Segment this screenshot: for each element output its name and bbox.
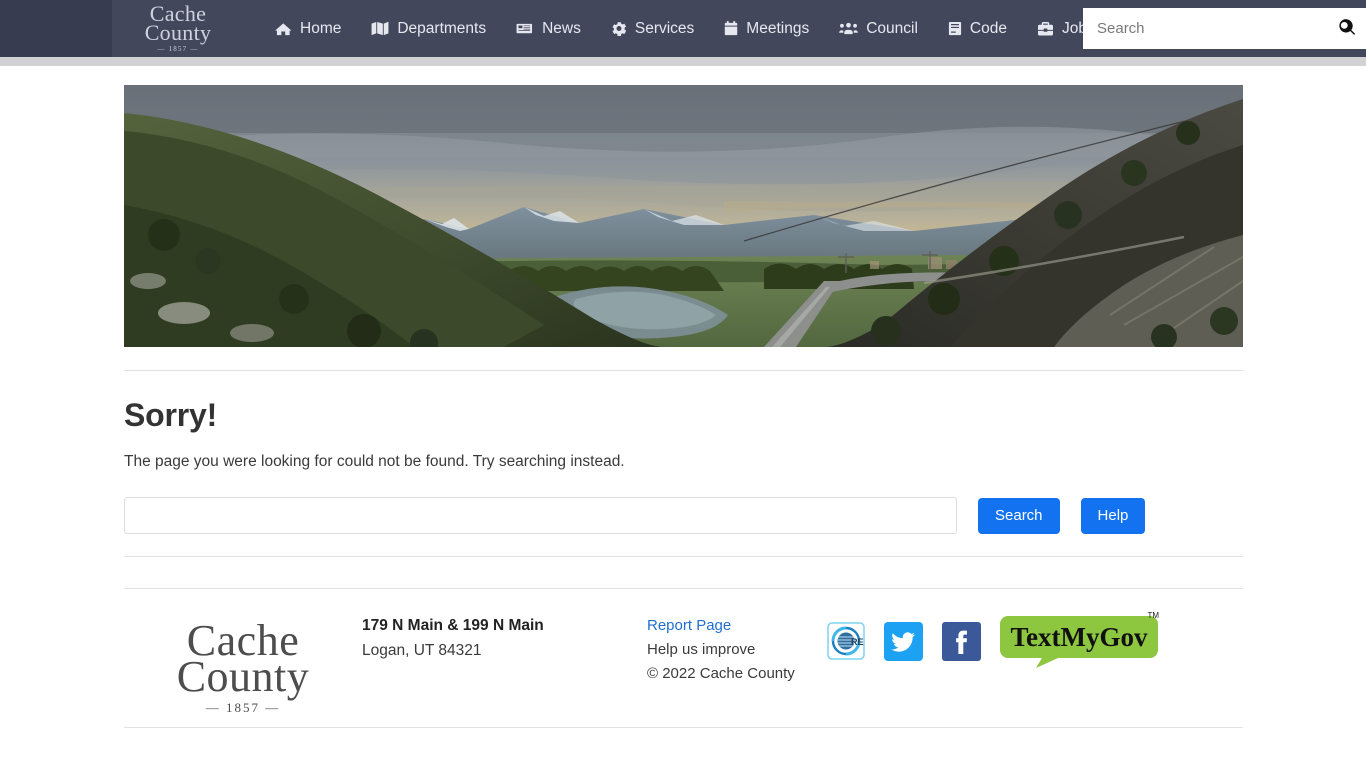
nav-item-departments[interactable]: Departments xyxy=(356,0,501,57)
nav-links: Home Departments News Services Meetings … xyxy=(260,0,1110,57)
nav-item-council-label: Council xyxy=(866,19,918,37)
nav-left-background xyxy=(0,0,112,57)
nav-search-submit-button[interactable] xyxy=(1326,8,1366,49)
hero-image xyxy=(124,85,1243,347)
footer-help-text: Help us improve xyxy=(647,641,756,658)
divider-under-hero xyxy=(124,370,1243,371)
footer-logo-year: — 1857 — xyxy=(205,700,281,716)
briefcase-icon xyxy=(1037,21,1054,36)
core-icon-link[interactable]: RE xyxy=(827,622,865,665)
footer-links: Report Page Help us improve © 2022 Cache… xyxy=(647,606,827,682)
facebook-icon-link[interactable] xyxy=(942,621,981,666)
nav-search-input[interactable] xyxy=(1083,8,1326,49)
nav-item-code-label: Code xyxy=(969,19,1007,37)
nav-search xyxy=(1083,8,1366,49)
footer-logo: Cache County — 1857 — xyxy=(124,606,362,714)
gear-icon xyxy=(611,21,627,36)
nav-item-home-label: Home xyxy=(300,19,342,37)
nav-item-departments-label: Departments xyxy=(397,19,487,37)
page-container: Sorry! The page you were looking for cou… xyxy=(124,66,1243,728)
book-icon xyxy=(948,21,962,36)
search-icon xyxy=(1337,18,1355,39)
footer-address-line2: Logan, UT 84321 xyxy=(362,642,482,659)
home-icon xyxy=(275,21,292,36)
nav-item-news-label: News xyxy=(542,19,581,37)
site-logo-year: — 1857 — xyxy=(157,44,199,53)
textmygov-icon-link[interactable]: TextMyGov TM xyxy=(1000,611,1159,673)
twitter-icon-link[interactable] xyxy=(884,621,923,666)
core-icon: RE xyxy=(827,622,865,664)
facebook-icon xyxy=(942,621,981,665)
textmygov-trademark: TM xyxy=(1147,611,1159,620)
footer-social-links: RE TextMyGov TM xyxy=(827,606,1159,673)
nav-item-council[interactable]: Council xyxy=(824,0,933,57)
search-button[interactable]: Search xyxy=(978,497,1060,534)
search-row: Search Help xyxy=(124,497,1243,534)
nav-item-news[interactable]: News xyxy=(501,0,596,57)
nav-item-meetings[interactable]: Meetings xyxy=(709,0,824,57)
top-navigation-bar: Cache County — 1857 — Home Departments N… xyxy=(0,0,1366,57)
footer: Cache County — 1857 — 179 N Main & 199 N… xyxy=(124,589,1243,714)
nav-item-meetings-label: Meetings xyxy=(746,19,810,37)
divider-footer-bottom xyxy=(124,727,1243,728)
site-logo-line2: County xyxy=(144,19,212,45)
textmygov-icon: TextMyGov xyxy=(1000,616,1158,672)
nav-inner: Cache County — 1857 — Home Departments N… xyxy=(112,0,1366,57)
page-message: The page you were looking for could not … xyxy=(124,453,625,470)
nav-item-code[interactable]: Code xyxy=(933,0,1022,57)
map-icon xyxy=(371,21,389,36)
svg-text:RE: RE xyxy=(851,637,864,647)
svg-text:TextMyGov: TextMyGov xyxy=(1011,622,1148,652)
report-page-link[interactable]: Report Page xyxy=(647,617,827,634)
footer-copyright: © 2022 Cache County xyxy=(647,665,795,682)
footer-address: 179 N Main & 199 N Main Logan, UT 84321 xyxy=(362,606,647,660)
twitter-icon xyxy=(884,621,923,665)
users-icon xyxy=(839,21,859,36)
nav-underbar xyxy=(0,57,1366,66)
search-input[interactable] xyxy=(124,497,957,534)
newspaper-icon xyxy=(516,21,534,36)
footer-address-line1: 179 N Main & 199 N Main xyxy=(362,617,544,634)
footer-logo-line2: County xyxy=(176,652,310,702)
nav-item-home[interactable]: Home xyxy=(260,0,356,57)
nav-item-services[interactable]: Services xyxy=(596,0,709,57)
site-logo-link[interactable]: Cache County — 1857 — xyxy=(122,0,234,57)
help-button[interactable]: Help xyxy=(1080,497,1146,534)
hero-illustration xyxy=(124,85,1243,347)
calendar-icon xyxy=(724,21,738,36)
nav-item-services-label: Services xyxy=(634,19,695,37)
page-title: Sorry! xyxy=(124,397,218,433)
